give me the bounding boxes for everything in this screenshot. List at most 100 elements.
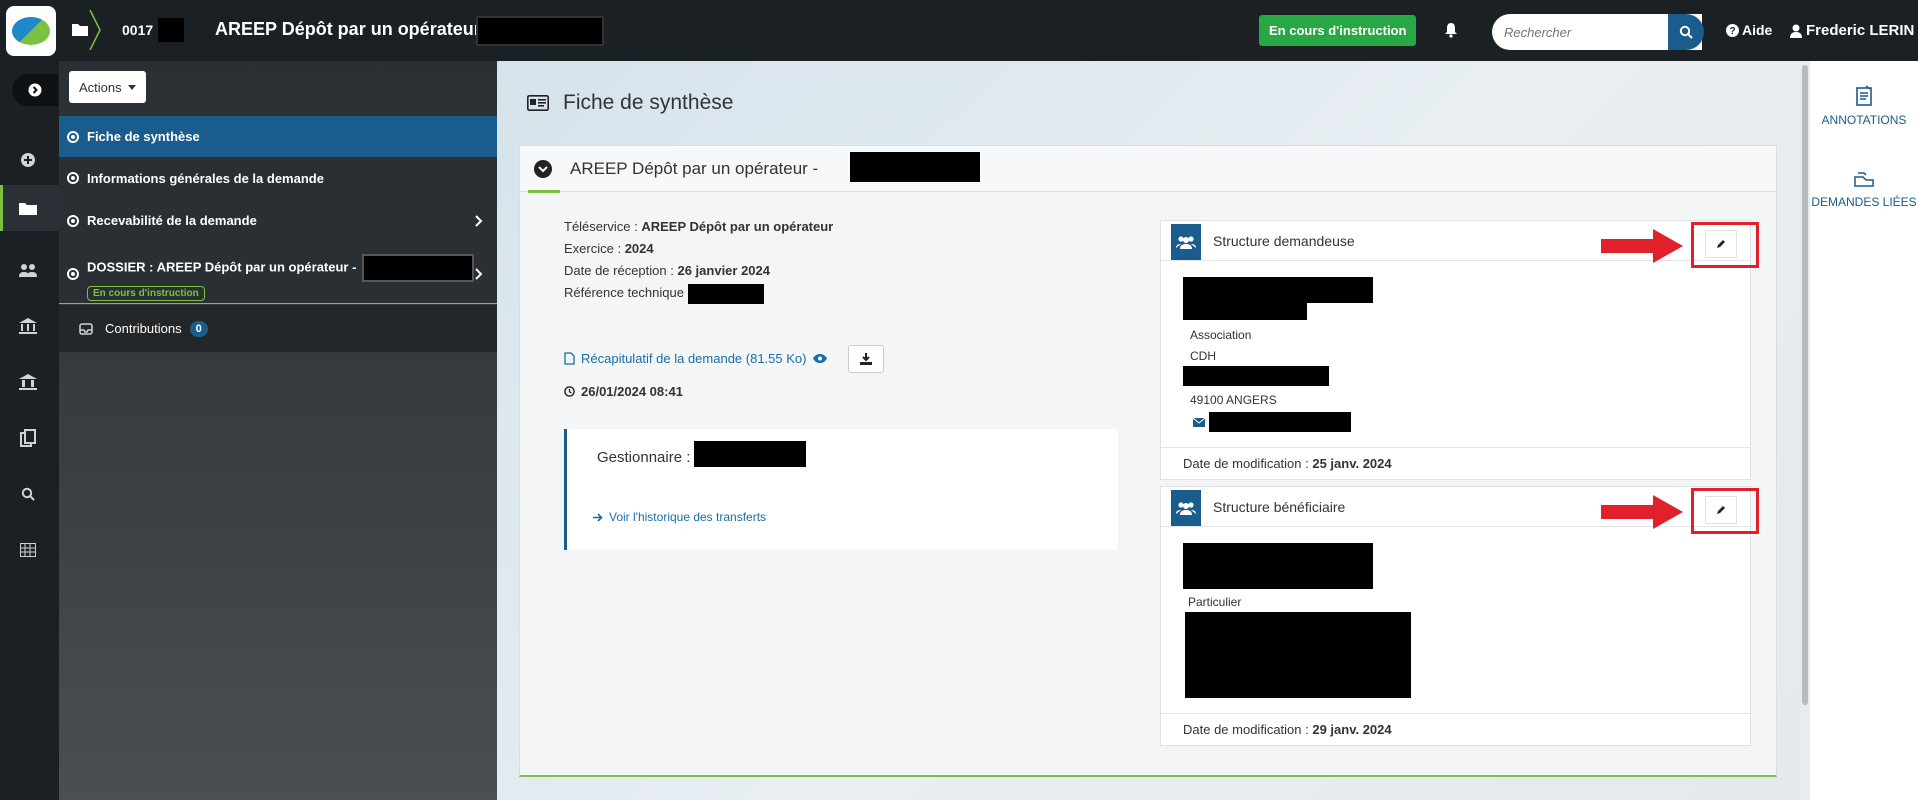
clock-icon: [564, 386, 575, 397]
rail-documents-icon[interactable]: [18, 429, 38, 447]
chevron-right-icon: [475, 215, 483, 227]
struct-line2: CDH: [1190, 349, 1216, 363]
user-menu[interactable]: Frederic LERIN: [1790, 22, 1914, 39]
inbox-icon: [79, 322, 93, 335]
meta-label: Référence technique: [564, 285, 684, 300]
download-button[interactable]: [848, 345, 884, 373]
question-icon: ?: [1726, 23, 1739, 37]
users-icon: [1171, 224, 1201, 260]
struct-footer: Date de modification : 29 janv. 2024: [1161, 713, 1750, 745]
redacted-block: [1183, 543, 1373, 589]
struct-body: Particulier: [1183, 543, 1411, 701]
rail-add-icon[interactable]: [18, 151, 38, 169]
linked-requests-button[interactable]: DEMANDES LIÉES: [1810, 167, 1918, 209]
history-link[interactable]: Voir l'historique des transferts: [593, 510, 766, 524]
recap-date-value: 26/01/2024 08:41: [581, 384, 683, 399]
redacted-block: [1183, 366, 1329, 386]
recap-date: 26/01/2024 08:41: [564, 384, 683, 399]
rail-search-icon[interactable]: [18, 485, 38, 503]
meta-value: 26 janvier 2024: [677, 263, 771, 278]
modified-value: 25 janv. 2024: [1312, 456, 1392, 471]
redacted-block: [1183, 302, 1307, 320]
help-label: Aide: [1742, 22, 1773, 38]
struct-body: Association CDH 49100 ANGERS: [1183, 277, 1373, 432]
actions-label: Actions: [79, 79, 122, 95]
actions-dropdown[interactable]: Actions: [69, 71, 146, 103]
app-logo[interactable]: [6, 6, 56, 56]
users-icon: [1171, 490, 1201, 526]
eye-icon[interactable]: [812, 353, 828, 364]
card-header[interactable]: AREEP Dépôt par un opérateur -: [520, 146, 1776, 193]
top-bar: 0017 AREEP Dépôt par un opérateur - En c…: [0, 0, 1918, 61]
breadcrumb-separator: [89, 10, 101, 50]
summary-card: AREEP Dépôt par un opérateur - Téléservi…: [519, 145, 1777, 777]
page-title: Fiche de synthèse: [563, 91, 734, 114]
folder-icon[interactable]: [72, 22, 88, 36]
recap-link-label: Récapitulatif de la demande (81.55 Ko): [581, 351, 807, 366]
struct-header: Structure demandeuse: [1161, 221, 1759, 268]
redacted-block: [476, 16, 604, 46]
rail-institution-icon[interactable]: [18, 373, 38, 391]
gestionnaire-box: Gestionnaire : Voir l'historique des tra…: [564, 429, 1118, 550]
file-icon: [564, 352, 575, 365]
meta-teleservice: Téléservice : AREEP Dépôt par un opérate…: [564, 216, 833, 238]
menu-item-label: DOSSIER : AREEP Dépôt par un opérateur -: [87, 259, 357, 275]
meta-reception: Date de réception : 26 janvier 2024: [564, 260, 833, 282]
contributions-label: Contributions: [105, 321, 182, 336]
search-button[interactable]: [1668, 14, 1704, 50]
search-input[interactable]: [1492, 14, 1662, 50]
rail-table-icon[interactable]: [18, 541, 38, 559]
sidebar-toggle[interactable]: [12, 74, 58, 106]
caret-down-icon: [127, 84, 136, 90]
menu-item-dossier-content: DOSSIER : AREEP Dépôt par un opérateur -…: [87, 254, 475, 301]
struct-type: Association: [1190, 328, 1252, 342]
struct-footer: Date de modification : 25 janv. 2024: [1161, 447, 1750, 479]
scrollbar-thumb[interactable]: [1802, 65, 1808, 705]
recap-link[interactable]: Récapitulatif de la demande (81.55 Ko): [564, 351, 828, 366]
annotations-icon: [1856, 85, 1872, 106]
status-badge: En cours d'instruction: [87, 286, 205, 301]
main-scrollbar[interactable]: [1800, 61, 1810, 800]
status-button[interactable]: En cours d'instruction: [1259, 15, 1417, 46]
side-menu: Actions Fiche de synthèse Informations g…: [59, 61, 497, 800]
menu-item-informations-generales[interactable]: Informations générales de la demande: [59, 157, 497, 199]
edit-button[interactable]: [1705, 230, 1737, 258]
redacted-block: [1183, 277, 1373, 303]
dossier-number: 0017: [122, 22, 154, 38]
redacted-block: [687, 283, 764, 304]
user-name: Frederic LERIN: [1806, 22, 1915, 39]
menu-item-recevabilite[interactable]: Recevabilité de la demande: [59, 199, 497, 242]
tab-underline: [528, 190, 560, 193]
meta-value: AREEP Dépôt par un opérateur: [641, 219, 834, 234]
struct-title: Structure demandeuse: [1213, 233, 1355, 249]
redacted-block: [158, 18, 184, 42]
annotations-button[interactable]: ANNOTATIONS: [1810, 85, 1918, 127]
meta-label: Téléservice :: [564, 219, 638, 234]
rail-users-icon[interactable]: [18, 261, 38, 279]
chevron-right-icon: [475, 268, 483, 280]
linked-requests-label: DEMANDES LIÉES: [1811, 195, 1917, 209]
user-icon: [1790, 24, 1802, 38]
meta-reference: Référence technique: [564, 282, 833, 304]
envelope-icon: [1193, 417, 1205, 427]
chevron-circle-right-icon: [28, 83, 42, 97]
struct-type: Particulier: [1188, 595, 1242, 609]
meta-label: Exercice :: [564, 241, 622, 256]
rail-bank-icon[interactable]: [18, 317, 38, 335]
edit-button[interactable]: [1705, 496, 1737, 524]
menu-item-dossier[interactable]: DOSSIER : AREEP Dépôt par un opérateur -…: [59, 242, 497, 304]
rail-folder-icon[interactable]: [18, 199, 38, 217]
pencil-icon: [1717, 506, 1725, 514]
bell-icon[interactable]: [1443, 22, 1459, 38]
chevron-down-icon[interactable]: [534, 160, 552, 178]
structure-demandeuse-panel: Structure demandeuse Association CDH 491…: [1160, 220, 1759, 480]
menu-item-label: Recevabilité de la demande: [87, 213, 257, 228]
help-link[interactable]: ? Aide: [1726, 22, 1772, 38]
svg-text:?: ?: [1729, 26, 1735, 37]
menu-item-contributions[interactable]: Contributions 0: [59, 305, 497, 352]
demand-meta: Téléservice : AREEP Dépôt par un opérate…: [564, 216, 833, 304]
menu-item-fiche-synthese[interactable]: Fiche de synthèse: [59, 116, 497, 157]
dot-circle-icon: [67, 268, 79, 280]
gestionnaire-label: Gestionnaire :: [597, 449, 691, 466]
struct-email-row: [1193, 412, 1373, 432]
